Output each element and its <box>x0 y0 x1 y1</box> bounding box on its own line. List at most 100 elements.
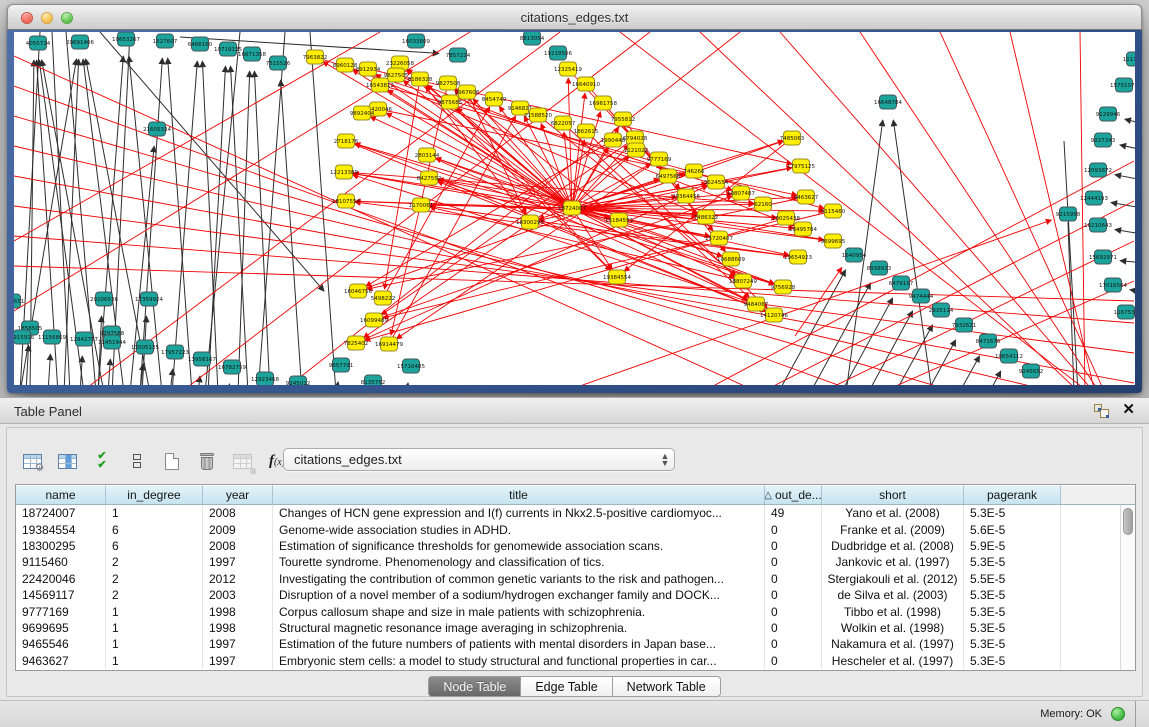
scrollbar-thumb[interactable] <box>1123 508 1133 535</box>
graph-node-label: 13505135 <box>131 345 159 351</box>
graph-node-label: 15751074 <box>1110 83 1135 89</box>
graph-node-label: 6466160 <box>188 42 213 48</box>
graph-node-label: 16640910 <box>572 82 600 88</box>
graph-node-label: 3915916 <box>14 335 35 341</box>
table-scrollbar[interactable] <box>1120 505 1135 670</box>
graph-node-label: 12923468 <box>251 377 279 383</box>
cell-short: Franke et al. (2009) <box>822 521 964 537</box>
table-row[interactable]: 2242004622012Investigating the contribut… <box>16 571 1135 587</box>
graph-node-label: 21588520 <box>524 113 552 119</box>
graph-node-label: 16648784 <box>874 100 902 106</box>
graph-node-label: 8454749 <box>482 97 507 103</box>
graph-node-label: 7485063 <box>780 136 805 142</box>
cell-out_de: 0 <box>765 653 822 669</box>
close-button[interactable] <box>21 12 33 24</box>
cell-title: Investigating the contribution of common… <box>273 571 765 587</box>
cell-in_degree: 6 <box>106 538 203 554</box>
cell-pagerank: 5.3E-5 <box>964 587 1061 603</box>
table-row[interactable]: 911546021997Tourette syndrome. Phenomeno… <box>16 554 1135 570</box>
cell-out_de: 0 <box>765 587 822 603</box>
graph-node-label: 16914479 <box>375 342 403 348</box>
delete-attributes-icon[interactable] <box>196 449 218 473</box>
delete-table-icon: ⊗ <box>231 449 253 473</box>
tab-edge-table[interactable]: Edge Table <box>521 676 612 697</box>
graph-node-label: 15184553 <box>605 218 633 224</box>
graph-node-label: 19384554 <box>603 275 631 281</box>
graph-node-label: 1111234 <box>1123 57 1135 63</box>
graph-node-label: 9215958 <box>1056 212 1081 218</box>
graph-node-label: 9827505 <box>384 73 409 79</box>
cell-name: 9463627 <box>16 653 106 669</box>
column-header-title[interactable]: title <box>273 485 765 504</box>
graph-node-label: 8938923 <box>867 266 892 272</box>
cell-title: Changes of HCN gene expression and I(f) … <box>273 505 765 521</box>
graph-node-label: 1121022 <box>624 148 649 154</box>
select-columns-icon[interactable] <box>56 449 78 473</box>
new-table-icon[interactable] <box>161 449 183 473</box>
table-row[interactable]: 1872400712008Changes of HCN gene express… <box>16 505 1135 521</box>
cell-pagerank: 5.3E-5 <box>964 620 1061 636</box>
cell-name: 18724007 <box>16 505 106 521</box>
graph-node-label: 9777169 <box>647 157 672 163</box>
table-body: 1872400712008Changes of HCN gene express… <box>16 505 1135 669</box>
zoom-button[interactable] <box>61 12 73 24</box>
tab-network-table[interactable]: Network Table <box>613 676 721 697</box>
cell-short: Hescheler et al. (1997) <box>822 653 964 669</box>
network-canvas[interactable]: 1872400779638228960128891293423226058982… <box>14 32 1135 385</box>
table-row[interactable]: 1938455462009Genome-wide association stu… <box>16 521 1135 537</box>
minimize-button[interactable] <box>41 12 53 24</box>
tab-node-table[interactable]: Node Table <box>428 676 521 697</box>
window-titlebar[interactable]: citations_edges.txt <box>7 4 1142 30</box>
cell-short: Nakamura et al. (1997) <box>822 636 964 652</box>
cell-year: 1997 <box>203 636 273 652</box>
close-panel-icon[interactable]: ✕ <box>1122 402 1135 418</box>
graph-node-label: 1640954 <box>842 253 867 259</box>
graph-node-label: 7857224 <box>446 53 471 59</box>
column-header-in_degree[interactable]: in_degree <box>106 485 203 504</box>
table-row[interactable]: 977716911998Corpus callosum shape and si… <box>16 603 1135 619</box>
select-all-icon[interactable]: ✔✔ <box>91 449 113 473</box>
table-selector-dropdown[interactable]: citations_edges.txt ▲▼ <box>283 448 675 471</box>
graph-node-label: 9827508 <box>436 81 461 87</box>
graph-node-label: 9245652 <box>1019 369 1044 375</box>
cell-short: Dudbridge et al. (2008) <box>822 538 964 554</box>
graph-node-label: 9857791 <box>329 363 354 369</box>
column-header-pagerank[interactable]: pagerank <box>964 485 1061 504</box>
table-row[interactable]: 946362711997Embryonic stem cells: a mode… <box>16 653 1135 669</box>
memory-status-label: Memory: OK <box>1040 708 1102 720</box>
float-panel-icon[interactable] <box>1094 404 1109 418</box>
column-header-short[interactable]: short <box>822 485 964 504</box>
cell-pagerank: 5.9E-5 <box>964 538 1061 554</box>
cell-name: 19384554 <box>16 521 106 537</box>
graph-node-label: 10654112 <box>995 354 1023 360</box>
column-header-year[interactable]: year <box>203 485 273 504</box>
graph-node-label: 9115460 <box>821 209 846 215</box>
memory-status-indicator[interactable] <box>1111 707 1125 721</box>
graph-node-label: 15720407 <box>705 236 733 242</box>
graph-node-label: 9699695 <box>821 239 846 245</box>
graph-node-label: 1167533 <box>1114 310 1135 316</box>
graph-node-label: 8471676 <box>976 339 1001 345</box>
table-settings-icon[interactable]: ⚙ <box>21 449 43 473</box>
column-header-name[interactable]: name <box>16 485 106 504</box>
table-row[interactable]: 1830029562008Estimation of significance … <box>16 538 1135 554</box>
row-height-icon[interactable] <box>126 449 148 473</box>
table-panel: Table Panel ✕ ⚙ ✔✔ <box>0 397 1149 727</box>
graph-node-label: 9129946 <box>1096 112 1121 118</box>
table-row[interactable]: 969969511998Structural magnetic resonanc… <box>16 620 1135 636</box>
table-selector-value: citations_edges.txt <box>284 452 656 467</box>
cell-name: 22420046 <box>16 571 106 587</box>
cell-pagerank: 5.3E-5 <box>964 554 1061 570</box>
graph-node-label: 18300295 <box>516 220 544 226</box>
cell-in_degree: 2 <box>106 587 203 603</box>
table-row[interactable]: 1456911722003Disruption of a novel membe… <box>16 587 1135 603</box>
cell-title: Corpus callosum shape and size in male p… <box>273 603 765 619</box>
graph-node-label: 19654923 <box>784 255 812 261</box>
table-row[interactable]: 946554611997Estimation of the future num… <box>16 636 1135 652</box>
column-header-out_de[interactable]: △out_de... <box>765 485 822 504</box>
graph-node-label: 9245012 <box>286 381 311 385</box>
graph-node-label: 6822057 <box>551 121 576 127</box>
cell-pagerank: 5.6E-5 <box>964 521 1061 537</box>
graph-node-label: 2718176 <box>334 139 359 145</box>
graph-node-label: 7955812 <box>611 117 636 123</box>
